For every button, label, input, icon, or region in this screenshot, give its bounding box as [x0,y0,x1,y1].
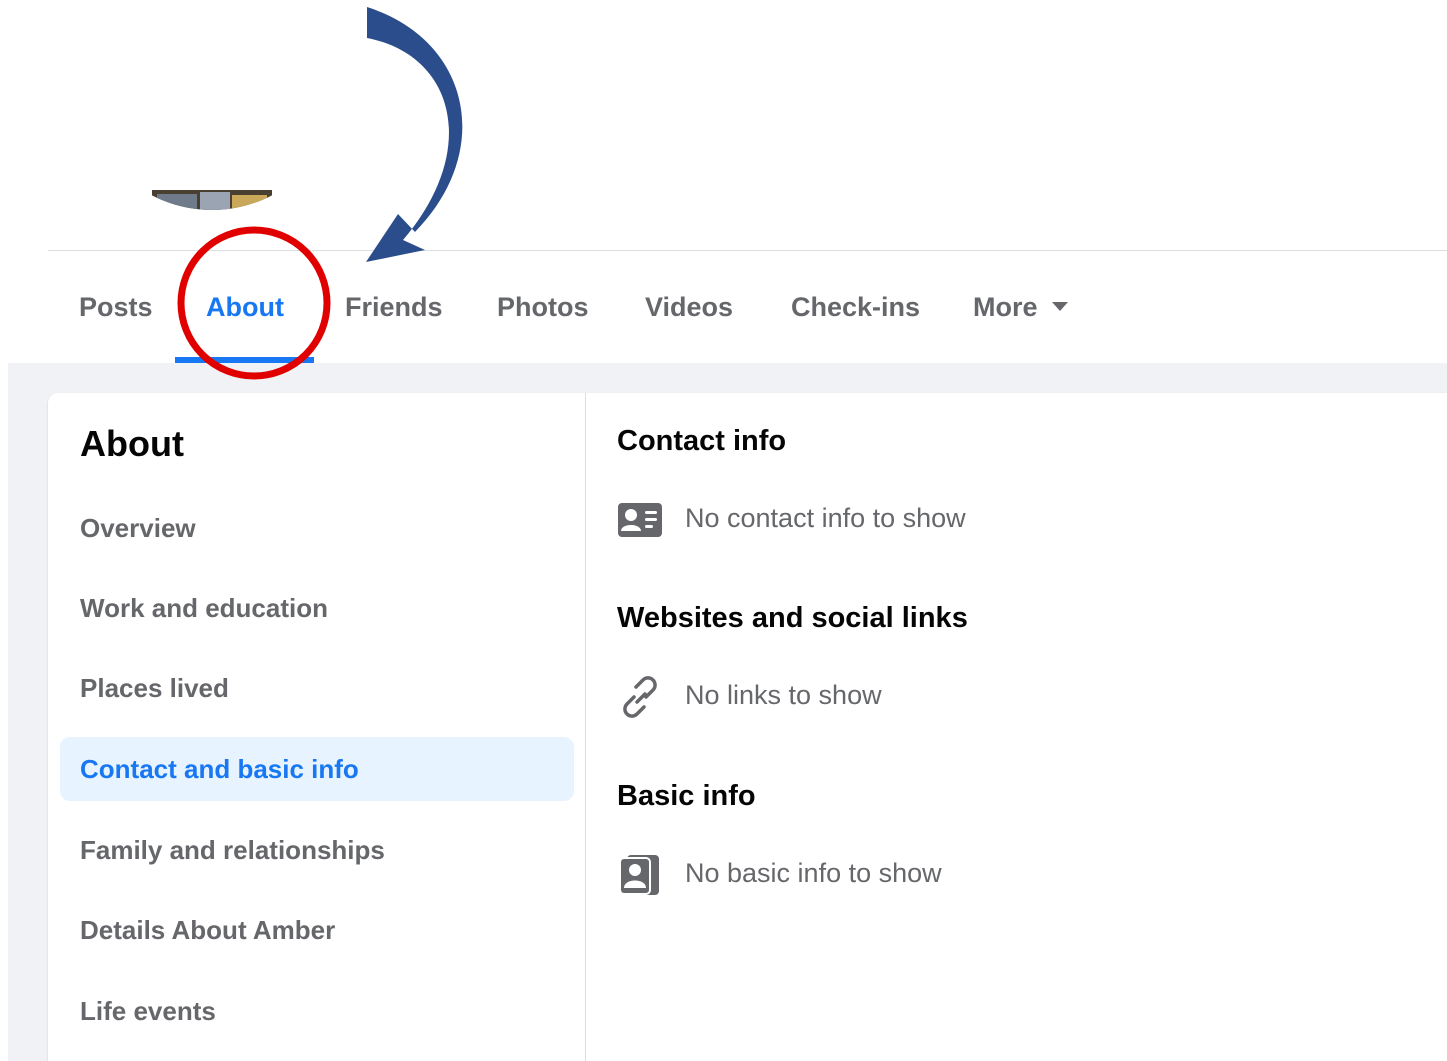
profile-photo-icon [619,855,659,895]
sidebar-item-places-lived[interactable]: Places lived [60,656,574,720]
link-icon [623,676,657,718]
about-sidebar: About Overview Work and education Places… [48,393,586,1061]
profile-avatar[interactable] [152,190,272,212]
websites-empty-text: No links to show [685,680,882,710]
tab-friends[interactable]: Friends [345,251,443,363]
sidebar-item-family-and-relationships[interactable]: Family and relationships [60,818,574,882]
basic-info-empty-text: No basic info to show [685,858,942,888]
sidebar-item-overview[interactable]: Overview [60,496,574,560]
about-card: About Overview Work and education Places… [48,393,1447,1061]
tab-about[interactable]: About [206,251,284,363]
tab-check-ins[interactable]: Check-ins [791,251,920,363]
tab-videos[interactable]: Videos [645,251,733,363]
sidebar-item-life-events[interactable]: Life events [60,979,574,1043]
sidebar-title: About [80,423,184,464]
contact-card-icon [618,503,662,537]
caret-down-icon [1051,302,1068,312]
basic-info-heading: Basic info [617,780,756,812]
sidebar-item-contact-and-basic-info[interactable]: Contact and basic info [60,737,574,801]
profile-tab-bar: Posts About Friends Photos Videos Check-… [48,251,1447,363]
sidebar-item-details-about[interactable]: Details About Amber [60,898,574,962]
tab-posts[interactable]: Posts [79,251,153,363]
tab-photos[interactable]: Photos [497,251,589,363]
contact-info-empty-text: No contact info to show [685,503,966,533]
sidebar-item-work-and-education[interactable]: Work and education [60,576,574,640]
contact-info-heading: Contact info [617,425,787,457]
tab-more[interactable]: More [973,251,1068,363]
about-main-panel: Contact info No contact info to show Web… [586,393,1447,1061]
websites-heading: Websites and social links [617,602,968,634]
